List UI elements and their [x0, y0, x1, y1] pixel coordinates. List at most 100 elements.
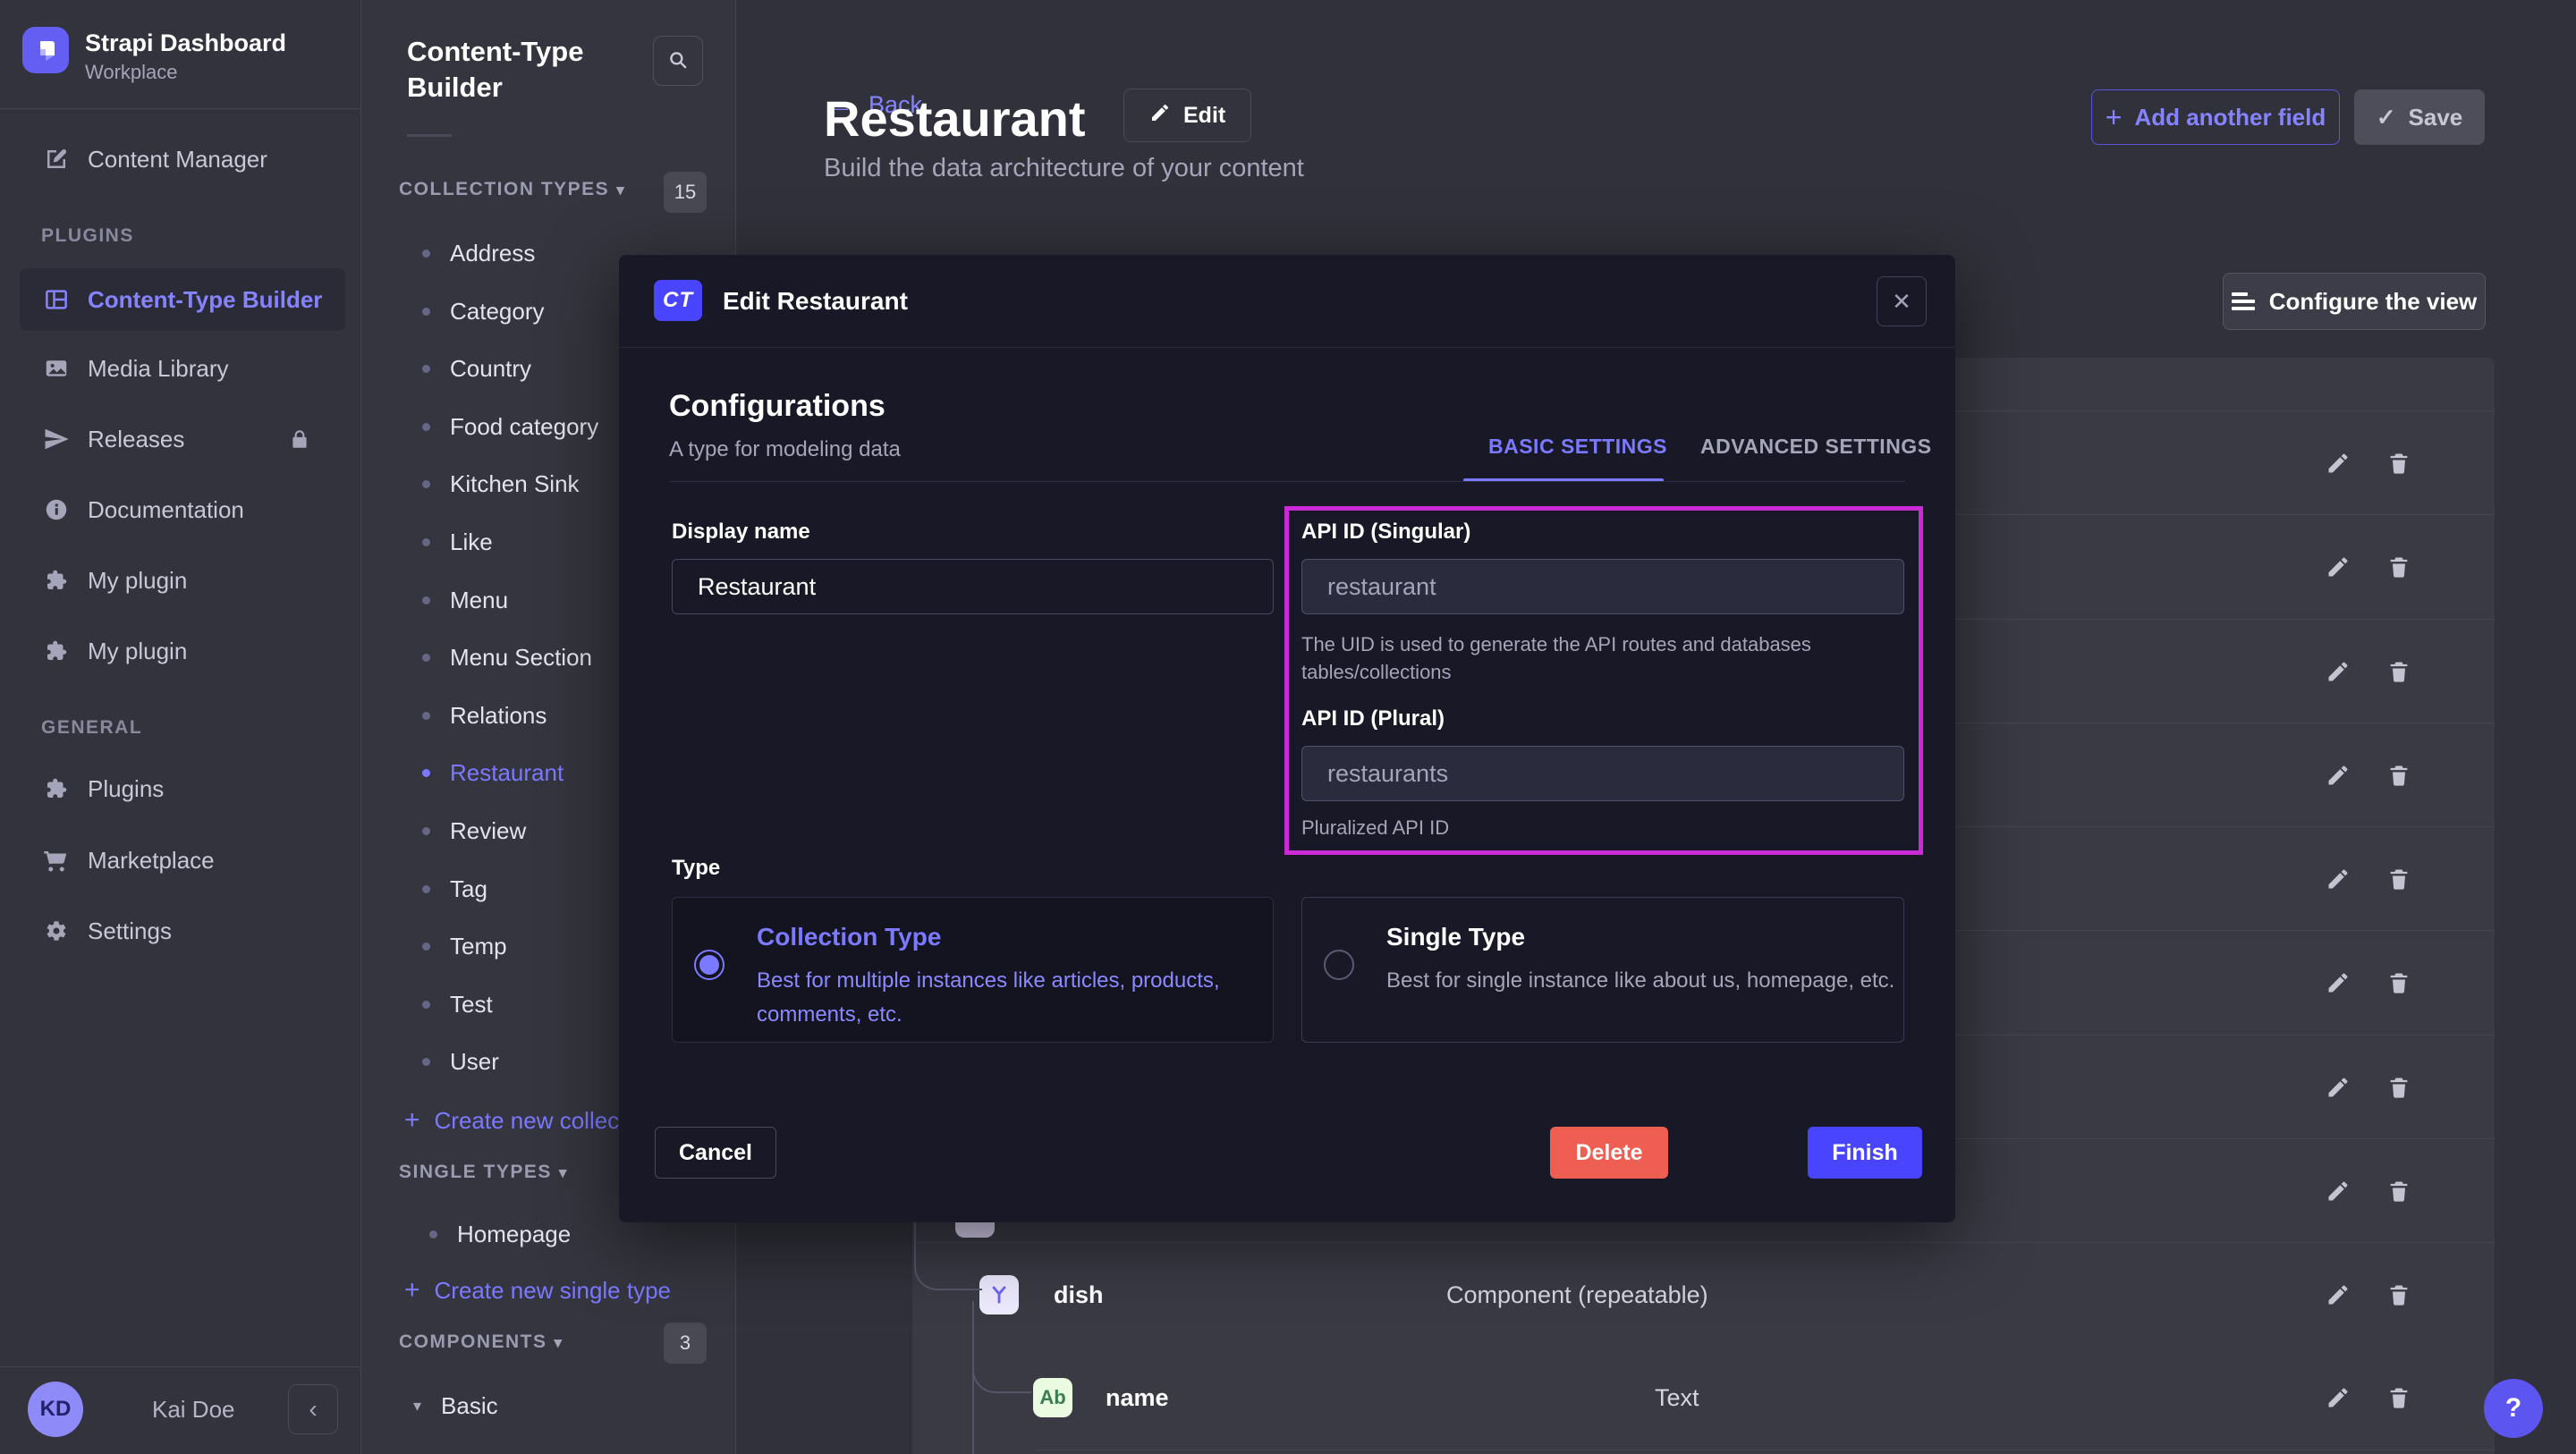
radio-unselected[interactable]	[1324, 950, 1354, 980]
sidebar-item-releases[interactable]: Releases	[0, 410, 361, 468]
delete-button[interactable]: Delete	[1550, 1127, 1668, 1179]
delete-field-button[interactable]	[2383, 551, 2415, 583]
user-name: Kai Doe	[152, 1396, 235, 1424]
puzzle-icon	[41, 565, 72, 596]
sidebar-item-media-library[interactable]: Media Library	[0, 340, 361, 397]
sidebar-item-my-plugin-1[interactable]: My plugin	[0, 552, 361, 609]
field-name: dish	[1054, 1243, 1104, 1347]
configure-view-button[interactable]: Configure the view	[2223, 273, 2486, 330]
components-group-label[interactable]: COMPONENTS▾	[399, 1331, 564, 1353]
lock-icon	[288, 427, 311, 455]
gear-icon	[41, 916, 72, 946]
type-label: Type	[672, 856, 720, 881]
api-id-singular-label: API ID (Singular)	[1301, 520, 1470, 545]
edit-field-button[interactable]	[2322, 447, 2354, 479]
delete-field-button[interactable]	[2383, 1279, 2415, 1311]
sidebar-item-label: Content Manager	[88, 146, 267, 173]
tab-advanced-settings[interactable]: ADVANCED SETTINGS	[1695, 434, 1937, 460]
finish-button[interactable]: Finish	[1808, 1127, 1922, 1179]
plus-icon: +	[404, 1105, 420, 1136]
sidebar-item-plugins[interactable]: Plugins	[0, 760, 361, 817]
delete-field-button[interactable]	[2383, 1382, 2415, 1414]
subnav-title: Content-Type Builder	[407, 34, 622, 106]
edit-field-button[interactable]	[2322, 1279, 2354, 1311]
sidebar-item-documentation[interactable]: Documentation	[0, 481, 361, 538]
api-id-singular-input[interactable]: restaurant	[1301, 559, 1904, 614]
delete-field-button[interactable]	[2383, 1071, 2415, 1103]
configurations-subheading: A type for modeling data	[669, 437, 901, 462]
app-title: Strapi Dashboard	[85, 30, 286, 57]
close-modal-button[interactable]: ✕	[1877, 276, 1927, 326]
api-id-plural-help: Pluralized API ID	[1301, 814, 1449, 841]
delete-field-button[interactable]	[2383, 863, 2415, 895]
single-type-option[interactable]: Single Type Best for single instance lik…	[1301, 897, 1904, 1043]
tab-basic-settings[interactable]: BASIC SETTINGS	[1483, 434, 1673, 460]
create-single-type-link[interactable]: + Create new single type	[361, 1269, 671, 1312]
tree-connector	[972, 1325, 1031, 1393]
save-button[interactable]: ✓ Save	[2354, 89, 2485, 145]
search-icon	[666, 48, 690, 74]
radio-selected[interactable]	[694, 950, 724, 980]
edit-field-button[interactable]	[2322, 863, 2354, 895]
cart-icon	[41, 845, 72, 875]
chevron-down-icon: ▾	[413, 1397, 421, 1416]
delete-field-button[interactable]	[2383, 447, 2415, 479]
field-type: Component (repeatable)	[1446, 1243, 1708, 1347]
table-row-name: Ab name Text	[912, 1346, 2495, 1450]
close-icon: ✕	[1892, 288, 1911, 316]
edit-field-button[interactable]	[2322, 1382, 2354, 1414]
strapi-logo[interactable]	[22, 27, 69, 73]
sidebar-item-marketplace[interactable]: Marketplace	[0, 832, 361, 889]
sidebar-item-label: Media Library	[88, 355, 229, 383]
search-button[interactable]	[653, 36, 703, 86]
paper-plane-icon	[41, 424, 72, 454]
image-icon	[41, 353, 72, 384]
edit-label: Edit	[1183, 103, 1225, 129]
sidebar-item-my-plugin-2[interactable]: My plugin	[0, 622, 361, 680]
add-field-label: Add another field	[2134, 104, 2326, 131]
help-button[interactable]: ?	[2484, 1379, 2543, 1438]
collapse-sidebar-button[interactable]: ‹	[288, 1384, 338, 1434]
delete-field-button[interactable]	[2383, 1175, 2415, 1207]
field-name: name	[1106, 1346, 1169, 1450]
sidebar-item-settings[interactable]: Settings	[0, 902, 361, 959]
divider	[0, 108, 361, 109]
strapi-app: ← Back Restaurant Edit Build the data ar…	[0, 0, 2576, 1454]
workspace-label: Workplace	[85, 61, 178, 84]
delete-field-button[interactable]	[2383, 967, 2415, 999]
puzzle-icon	[41, 773, 72, 804]
check-icon: ✓	[2377, 104, 2396, 131]
delete-field-button[interactable]	[2383, 759, 2415, 791]
api-id-plural-input[interactable]: restaurants	[1301, 746, 1904, 801]
feather-pen-icon	[41, 144, 72, 174]
pencil-icon	[1149, 102, 1171, 130]
collection-type-option[interactable]: Collection Type Best for multiple instan…	[672, 897, 1274, 1043]
divider	[0, 1366, 361, 1367]
chevron-down-icon: ▾	[559, 1164, 568, 1181]
collection-types-group-label[interactable]: COLLECTION TYPES▾	[399, 179, 625, 200]
edit-field-button[interactable]	[2322, 1175, 2354, 1207]
edit-field-button[interactable]	[2322, 655, 2354, 688]
delete-field-button[interactable]	[2383, 655, 2415, 688]
modal-header: CT Edit Restaurant ✕	[619, 255, 1955, 348]
edit-field-button[interactable]	[2322, 759, 2354, 791]
single-types-group-label[interactable]: SINGLE TYPES▾	[399, 1162, 568, 1183]
text-type-badge: Ab	[1033, 1378, 1072, 1417]
display-name-input[interactable]: Restaurant	[672, 559, 1274, 614]
field-type: Text	[1655, 1346, 1699, 1450]
sidebar-item-content-manager[interactable]: Content Manager	[0, 131, 361, 188]
page-subtitle: Build the data architecture of your cont…	[824, 154, 1304, 183]
general-section-label: GENERAL	[41, 717, 142, 739]
cancel-button[interactable]: Cancel	[655, 1127, 776, 1179]
collection-types-count: 15	[664, 172, 707, 213]
collection-type-title: Collection Type	[757, 923, 941, 951]
user-avatar[interactable]: KD	[28, 1382, 83, 1437]
add-another-field-button[interactable]: + Add another field	[2091, 89, 2340, 145]
edit-field-button[interactable]	[2322, 1071, 2354, 1103]
edit-field-button[interactable]	[2322, 967, 2354, 999]
subnav-group-basic[interactable]: ▾ Basic	[361, 1377, 736, 1434]
sidebar-item-content-type-builder[interactable]: Content-Type Builder	[0, 271, 361, 328]
sidebar-item-label: My plugin	[88, 638, 187, 665]
edit-field-button[interactable]	[2322, 551, 2354, 583]
edit-button[interactable]: Edit	[1123, 89, 1251, 142]
